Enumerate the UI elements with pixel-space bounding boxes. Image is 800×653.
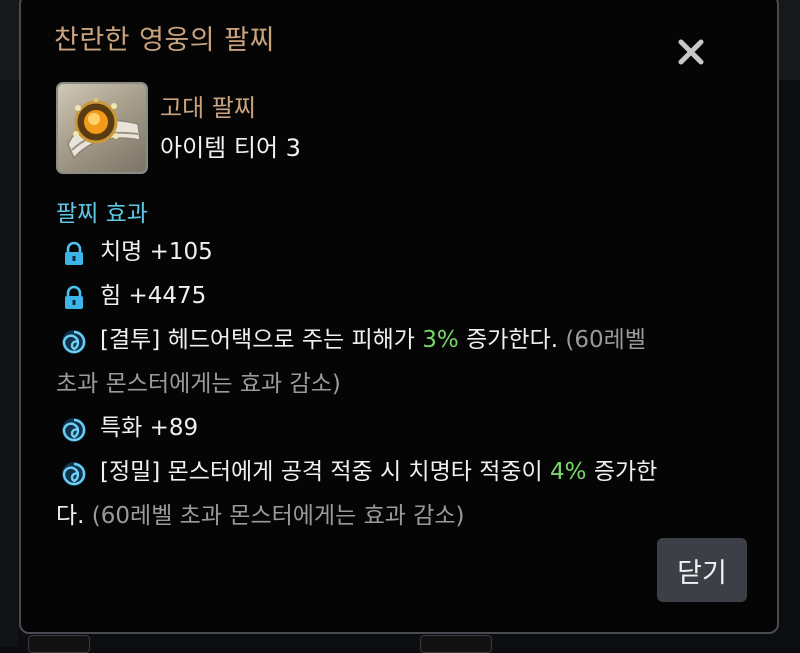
close-button[interactable]: 닫기: [657, 538, 747, 602]
effect-value-highlight: 4%: [550, 459, 587, 485]
effect-text: 증가한: [586, 459, 658, 485]
effect-line-continuation: 다. (60레벨 초과 몬스터에게는 효과 감소): [56, 494, 746, 538]
effect-note: 초과 몬스터에게는 효과 감소): [56, 371, 341, 397]
swirl-icon: [62, 462, 86, 486]
effect-text: 특화 +89: [100, 415, 199, 441]
effect-text: 힘 +4475: [100, 283, 207, 309]
effect-value-highlight: 3%: [422, 327, 459, 353]
lock-icon: [65, 241, 83, 265]
background-bottom-tab: [28, 635, 90, 653]
effect-row: [결투] 헤드어택으로 주는 피해가 3% 증가한다. (60레벨 초과 몬스터…: [56, 318, 746, 406]
bracelet-icon: [56, 82, 148, 174]
swirl-icon: [62, 330, 86, 354]
item-tooltip-panel: 찬란한 영웅의 팔찌 고대 팔찌 아이템 티어 3 팔찌 효과 치명 +105 …: [19, 0, 779, 634]
effect-row: 특화 +89: [56, 406, 746, 450]
effect-text: 증가한다.: [458, 327, 559, 353]
effect-row: 힘 +4475: [56, 274, 746, 318]
effect-text: 다.: [56, 503, 85, 529]
effect-note: (60레벨 초과 몬스터에게는 효과 감소): [84, 503, 465, 529]
lock-icon: [65, 285, 83, 309]
item-type: 고대 팔찌: [160, 94, 256, 122]
effect-note: (60레벨: [558, 327, 646, 353]
effect-list: 치명 +105 힘 +4475 [결투] 헤드어택으로 주는 피해가 3% 증가…: [56, 230, 746, 538]
swirl-icon: [62, 418, 86, 442]
effect-row: 치명 +105: [56, 230, 746, 274]
close-icon[interactable]: [673, 34, 709, 70]
bracelet-effect-heading: 팔찌 효과: [56, 201, 148, 227]
item-title: 찬란한 영웅의 팔찌: [54, 25, 275, 56]
effect-row: [정밀] 몬스터에게 공격 적중 시 치명타 적중이 4% 증가한 다. (60…: [56, 450, 746, 538]
background-left-strip: [0, 80, 18, 647]
effect-text: 치명 +105: [100, 239, 213, 265]
effect-text: [결투] 헤드어택으로 주는 피해가: [100, 327, 423, 353]
effect-text: [정밀] 몬스터에게 공격 적중 시 치명타 적중이: [100, 459, 551, 485]
item-tier: 아이템 티어 3: [160, 134, 301, 162]
background-bottom-tab: [420, 635, 492, 653]
